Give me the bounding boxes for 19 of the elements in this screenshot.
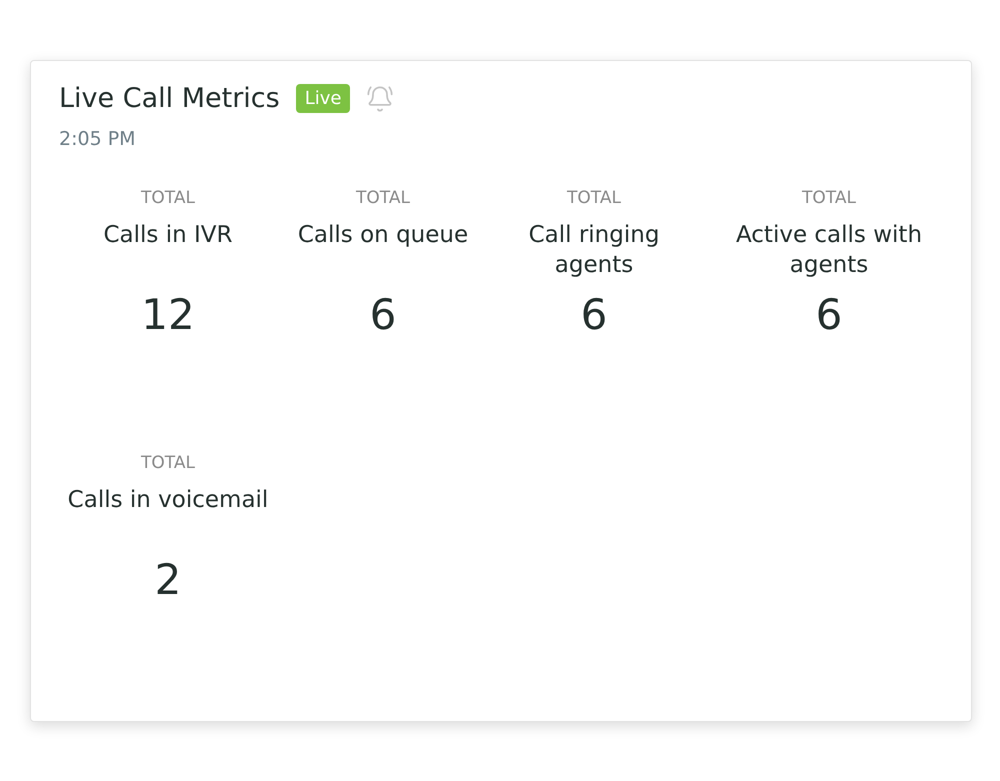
metric-label: Call ringing agents bbox=[528, 221, 660, 280]
metric-caption: TOTAL bbox=[141, 188, 195, 208]
card-title: Live Call Metrics bbox=[59, 83, 280, 114]
live-badge: Live bbox=[296, 84, 350, 113]
metric-value: 6 bbox=[816, 290, 842, 339]
metric-caption: TOTAL bbox=[802, 188, 856, 208]
metric-value: 6 bbox=[580, 290, 608, 339]
time-text: 2:05 PM bbox=[59, 128, 137, 150]
metric-caption: TOTAL bbox=[356, 188, 410, 208]
metric-caption: TOTAL bbox=[567, 188, 621, 208]
metric-caption: TOTAL bbox=[141, 453, 195, 473]
metric-label: Active calls with agents bbox=[734, 221, 924, 280]
metric-label: Calls in IVR bbox=[103, 221, 232, 250]
metric-label: Calls in voicemail bbox=[68, 486, 268, 515]
bell-icon[interactable] bbox=[366, 84, 394, 112]
metric-value: 12 bbox=[141, 290, 195, 339]
metric-label: Calls on queue bbox=[298, 221, 468, 250]
metric-value: 6 bbox=[370, 290, 396, 339]
metric-value: 2 bbox=[154, 555, 182, 604]
